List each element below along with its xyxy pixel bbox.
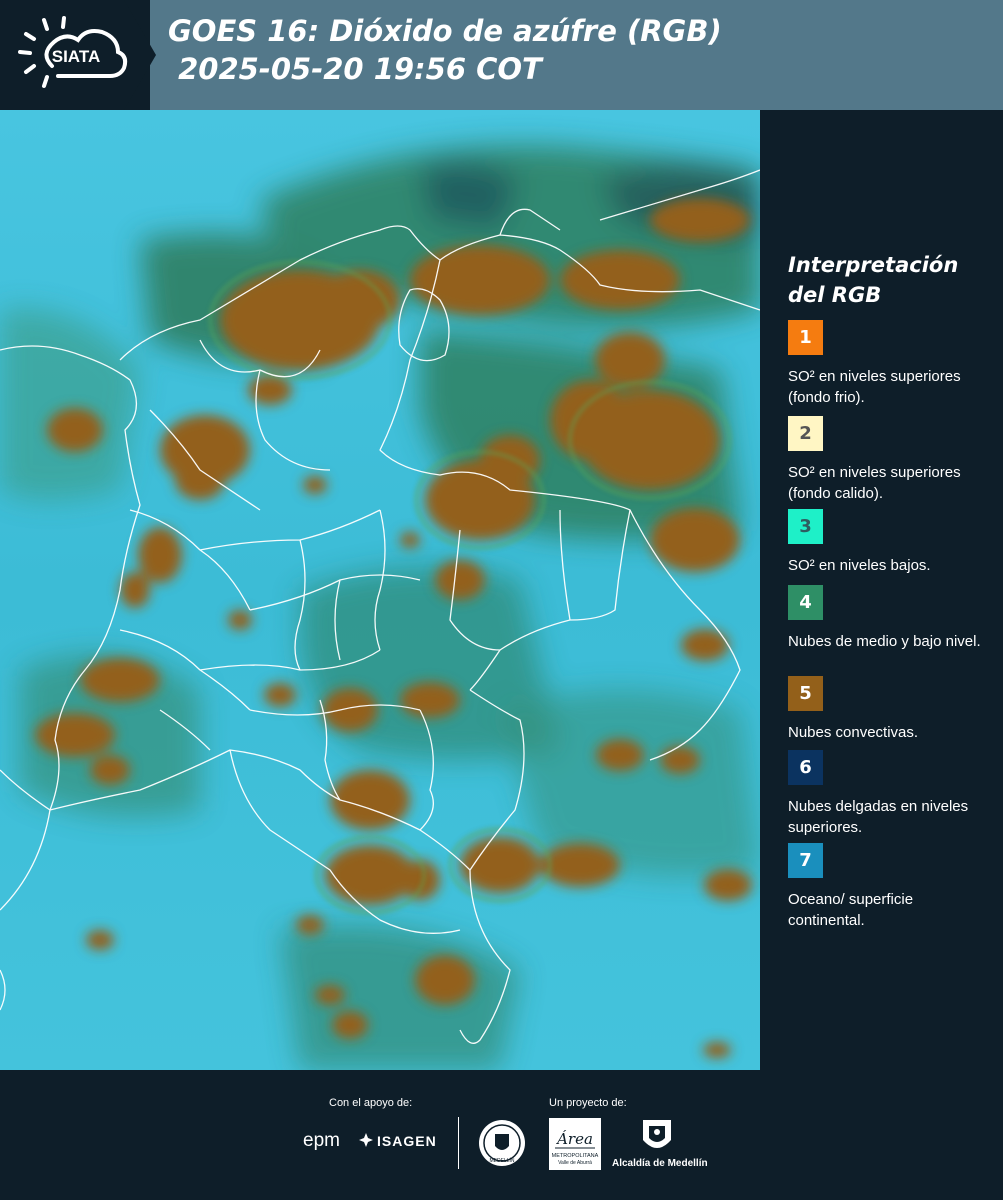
project-label: Un proyecto de: [549,1097,627,1109]
svg-text:MEDELLÍN: MEDELLÍN [489,1157,514,1164]
support-label: Con el apoyo de: [329,1097,413,1109]
medellin-seal-icon: MEDELLÍN [479,1120,525,1166]
legend-swatch-4: 4 [788,585,823,620]
header: SIATA GOES 16: Dióxido de azúfre (RGB) 2… [0,0,1003,110]
logo-text: SIATA [52,47,100,66]
title-product: GOES 16: Dióxido de azúfre (RGB) [168,14,722,48]
alcaldia-shield-icon [643,1120,671,1148]
legend-swatch-1: 1 [788,320,823,355]
legend-text-5: Nubes convectivas. [788,724,919,741]
legend-text-2: SO² en niveles superiores (fondo calido)… [788,464,961,502]
svg-text:Área: Área [555,1130,593,1148]
legend-swatch-7: 7 [788,843,823,878]
legend-panel: Interpretación del RGB 1 SO² en niveles … [760,110,1003,1070]
isagen-icon [359,1133,373,1147]
footer: Con el apoyo de: Un proyecto de: epm ISA… [0,1070,1003,1200]
legend-swatch-6: 6 [788,750,823,785]
svg-text:METROPOLITANA: METROPOLITANA [552,1153,599,1159]
legend-swatch-5: 5 [788,676,823,711]
legend-swatch-2: 2 [788,416,823,451]
legend-text-7: Oceano/ superficie continental. [788,891,914,929]
alcaldia-label: Alcaldía de Medellín [612,1158,708,1169]
svg-text:Valle de Aburrá: Valle de Aburrá [558,1160,592,1166]
legend-item-2: 2 SO² en niveles superiores (fondo calid… [788,416,988,514]
legend-item-6: 6 Nubes delgadas en niveles superiores. [788,750,988,838]
title-timestamp: 2025-05-20 19:56 COT [168,52,542,86]
legend-swatch-3: 3 [788,509,823,544]
legend-item-3: 3 SO² en niveles bajos. [788,509,988,576]
legend-text-4: Nubes de medio y bajo nivel. [788,633,981,650]
legend-text-1: SO² en niveles superiores (fondo frio). [788,368,961,406]
legend-item-1: 1 SO² en niveles superiores (fondo frio)… [788,320,988,408]
legend-title: Interpretación del RGB [788,253,959,307]
legend-item-7: 7 Oceano/ superficie continental. [788,843,988,931]
legend-item-5: 5 Nubes convectivas. [788,676,988,743]
area-metropolitana-logo: Área METROPOLITANA Valle de Aburrá [549,1118,601,1170]
legend-text-6: Nubes delgadas en niveles superiores. [788,798,969,836]
isagen-logo: ISAGEN [377,1133,437,1149]
satellite-image [0,110,760,1070]
satellite-map[interactable] [0,110,760,1070]
siata-logo: SIATA [18,16,128,88]
footer-divider [458,1117,459,1169]
legend-text-3: SO² en niveles bajos. [788,557,931,574]
epm-logo: epm [303,1130,340,1151]
legend-item-4: 4 Nubes de medio y bajo nivel. [788,585,988,652]
page-title: GOES 16: Dióxido de azúfre (RGB) 2025-05… [168,12,722,88]
